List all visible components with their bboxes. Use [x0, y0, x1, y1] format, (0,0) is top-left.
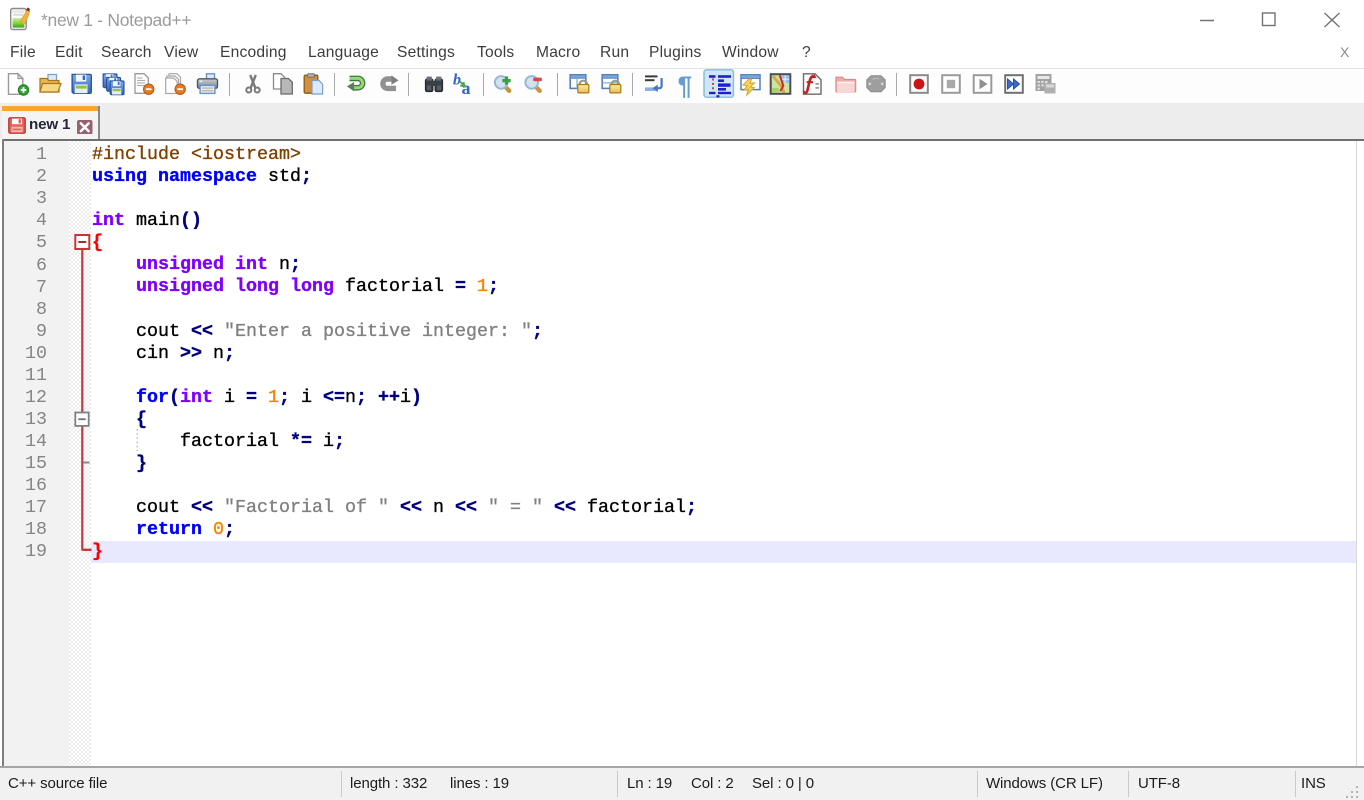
- svg-text:b: b: [453, 72, 461, 89]
- svg-text:¶: ¶: [678, 71, 692, 101]
- svg-text:a: a: [462, 78, 471, 98]
